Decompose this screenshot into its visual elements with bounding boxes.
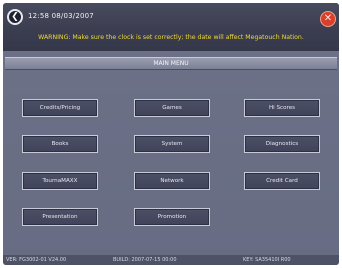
clock-datetime: 12:58 08/03/2007 bbox=[28, 12, 94, 20]
footer-bar: VER: FG3002-01 V24.00 BUILD: 2007-07-15 … bbox=[3, 255, 339, 265]
key-info: KEY: SA35410I R00 bbox=[243, 257, 291, 263]
credit-card-button[interactable]: Credit Card bbox=[244, 172, 320, 190]
presentation-button[interactable]: Presentation bbox=[22, 208, 98, 226]
diagnostics-button[interactable]: Diagnostics bbox=[244, 135, 320, 153]
hi-scores-button[interactable]: Hi Scores bbox=[244, 99, 320, 117]
promotion-button[interactable]: Promotion bbox=[134, 208, 210, 226]
games-button[interactable]: Games bbox=[134, 99, 210, 117]
top-bar: ❮ 12:58 08/03/2007 ✕ WARNING: Make sure … bbox=[3, 3, 339, 51]
version-info: VER: FG3002-01 V24.00 bbox=[6, 257, 67, 263]
system-button[interactable]: System bbox=[134, 135, 210, 153]
close-icon[interactable]: ✕ bbox=[320, 11, 336, 27]
megatouch-setup-screen: ❮ 12:58 08/03/2007 ✕ WARNING: Make sure … bbox=[3, 3, 339, 265]
back-arrow-icon[interactable]: ❮ bbox=[7, 9, 23, 25]
credits-pricing-button[interactable]: Credits/Pricing bbox=[22, 99, 98, 117]
main-menu-title: MAIN MENU bbox=[5, 57, 337, 70]
tournamaxx-button[interactable]: TournaMAXX bbox=[22, 172, 98, 190]
clock-warning: WARNING: Make sure the clock is set corr… bbox=[38, 34, 304, 41]
network-button[interactable]: Network bbox=[134, 172, 210, 190]
build-info: BUILD: 2007-07-15 00:00 bbox=[113, 257, 177, 263]
books-button[interactable]: Books bbox=[22, 135, 98, 153]
